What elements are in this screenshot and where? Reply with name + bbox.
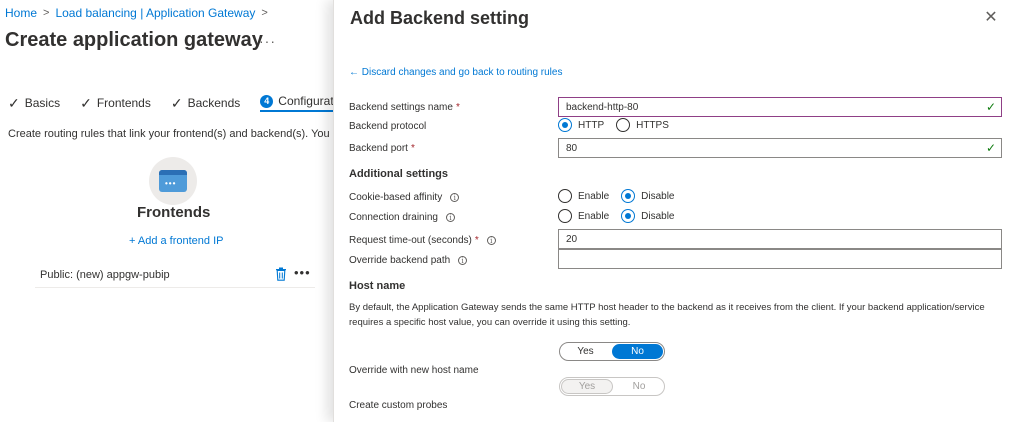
breadcrumb-load-balancing[interactable]: Load balancing | Application Gateway	[55, 6, 255, 20]
radio-cookie-disable[interactable]: Disable	[621, 189, 675, 203]
override-host-name-toggle[interactable]: Yes No	[559, 342, 665, 361]
create-gateway-page: Home > Load balancing | Application Gate…	[0, 0, 335, 422]
tab-label: Backends	[187, 96, 241, 110]
connection-draining-label: Connection draining i	[349, 212, 455, 223]
routing-description: Create routing rules that link your fron…	[8, 128, 335, 140]
request-timeout-label: Request time-out (seconds) * i	[349, 235, 496, 246]
info-icon: i	[450, 193, 460, 202]
radio-draining-disable[interactable]: Disable	[621, 209, 675, 223]
radio-cookie-enable[interactable]: Enable	[558, 189, 609, 203]
chevron-right-icon: >	[43, 7, 50, 19]
frontends-icon: •••	[149, 157, 197, 205]
radio-draining-enable[interactable]: Enable	[558, 209, 609, 223]
cookie-affinity-label: Cookie-based affinity i	[349, 192, 460, 203]
page-title: Create application gateway	[5, 29, 263, 51]
override-backend-path-label: Override backend path i	[349, 255, 468, 266]
more-options-icon[interactable]: ···	[259, 33, 276, 49]
connection-draining-radio-group: Enable Disable	[558, 209, 687, 223]
backend-port-input[interactable]: 80 ✓	[558, 138, 1002, 158]
info-icon: i	[445, 213, 455, 222]
info-icon: i	[486, 236, 496, 245]
close-icon[interactable]: ✕	[982, 8, 1000, 26]
toggle-no: No	[632, 381, 646, 392]
radio-selected-icon	[558, 118, 572, 132]
tab-configuration[interactable]: 4 Configuration	[260, 94, 335, 112]
toggle-no[interactable]: No	[612, 344, 663, 359]
discard-changes-link[interactable]: ← Discard changes and go back to routing…	[349, 67, 562, 78]
backend-protocol-label: Backend protocol	[349, 121, 427, 132]
radio-unselected-icon	[558, 189, 572, 203]
backend-port-label: Backend port *	[349, 143, 415, 154]
checkmark-icon: ✓	[80, 94, 92, 111]
checkmark-icon: ✓	[985, 141, 996, 155]
add-frontend-link[interactable]: + Add a frontend IP	[129, 235, 224, 247]
checkmark-icon: ✓	[170, 94, 183, 111]
chevron-right-icon: >	[261, 7, 268, 19]
panel-title: Add Backend setting	[350, 8, 530, 28]
tab-label: Configuration	[278, 94, 335, 108]
add-backend-setting-panel: Add Backend setting ✕ ← Discard changes …	[333, 0, 1012, 422]
info-icon: i	[458, 256, 468, 265]
more-options-icon[interactable]: •••	[294, 265, 311, 280]
tab-basics[interactable]: ✓ Basics	[8, 94, 60, 112]
step-number-badge: 4	[260, 94, 274, 108]
radio-http[interactable]: HTTP	[558, 118, 604, 132]
list-item[interactable]: Public: (new) appgw-pubip •••	[35, 262, 315, 288]
breadcrumb: Home > Load balancing | Application Gate…	[5, 6, 268, 20]
override-backend-path-input[interactable]	[558, 249, 1002, 269]
radio-unselected-icon	[616, 118, 631, 132]
host-name-description: By default, the Application Gateway send…	[349, 302, 985, 328]
radio-selected-icon	[621, 189, 636, 203]
radio-unselected-icon	[558, 209, 572, 223]
tab-label: Basics	[24, 96, 61, 110]
toggle-yes: Yes	[561, 379, 613, 394]
request-timeout-input[interactable]: 20	[558, 229, 1002, 249]
tab-frontends[interactable]: ✓ Frontends	[80, 94, 151, 112]
wizard-tabs: ✓ Basics ✓ Frontends ✓ Backends 4 Config…	[8, 94, 335, 112]
custom-probes-toggle: Yes No	[559, 377, 665, 396]
trash-icon[interactable]	[275, 267, 287, 281]
override-host-name-label: Override with new host name	[349, 365, 479, 376]
checkmark-icon: ✓	[985, 100, 996, 114]
tab-backends[interactable]: ✓ Backends	[171, 94, 240, 112]
additional-settings-heading: Additional settings	[349, 168, 448, 180]
frontends-title: Frontends	[137, 204, 211, 221]
cookie-affinity-radio-group: Enable Disable	[558, 189, 687, 203]
radio-selected-icon	[621, 209, 636, 223]
breadcrumb-home[interactable]: Home	[5, 6, 37, 20]
host-name-heading: Host name	[349, 280, 406, 292]
frontend-item-label: Public: (new) appgw-pubip	[40, 268, 170, 281]
checkmark-icon: ✓	[8, 94, 20, 111]
backend-settings-name-input[interactable]: backend-http-80 ✓	[558, 97, 1002, 117]
toggle-yes[interactable]: Yes	[560, 343, 611, 360]
tab-label: Frontends	[96, 96, 151, 110]
backend-settings-name-label: Backend settings name *	[349, 102, 460, 113]
create-custom-probes-label: Create custom probes	[349, 400, 448, 411]
backend-protocol-radio-group: HTTP HTTPS	[558, 118, 681, 132]
radio-https[interactable]: HTTPS	[616, 118, 669, 132]
